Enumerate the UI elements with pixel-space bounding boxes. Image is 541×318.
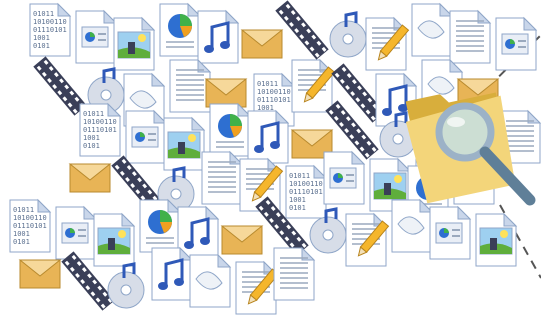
binary-text: 01110101 bbox=[13, 222, 47, 230]
binary-text: 10100110 bbox=[33, 18, 67, 26]
envelope-document-icon bbox=[18, 246, 66, 304]
binary-text: 01011 bbox=[257, 80, 278, 88]
binary-text: 10100110 bbox=[83, 118, 117, 126]
folder-search-icon bbox=[405, 70, 541, 220]
binary-text: 01011 bbox=[33, 10, 54, 18]
cd-document-icon bbox=[104, 260, 150, 318]
document-collage: 01011 10100110 01110101 1001 0101 01011 101001… bbox=[0, 0, 541, 315]
binary-text: 0101 bbox=[33, 42, 50, 50]
binary-text: 10100110 bbox=[13, 214, 47, 222]
photo-document-icon bbox=[474, 212, 520, 270]
binary-text: 01011 bbox=[83, 110, 104, 118]
binary-text: 01011 bbox=[13, 206, 34, 214]
binary-text: 10100110 bbox=[289, 180, 323, 188]
binary-text: 01110101 bbox=[289, 188, 323, 196]
blank-document-icon bbox=[188, 253, 234, 311]
binary-text: 1001 bbox=[13, 230, 30, 238]
presentation-document-icon bbox=[322, 150, 368, 208]
film-document-icon bbox=[275, 0, 329, 60]
envelope-document-icon bbox=[68, 150, 116, 208]
binary-text: 0101 bbox=[83, 142, 100, 150]
text-document-icon bbox=[272, 246, 318, 304]
binary-text: 0101 bbox=[13, 238, 30, 246]
binary-text: 01110101 bbox=[83, 126, 117, 134]
binary-text: 1001 bbox=[83, 134, 100, 142]
binary-text: 01110101 bbox=[257, 96, 291, 104]
binary-text: 10100110 bbox=[257, 88, 291, 96]
pencil-document-icon bbox=[344, 212, 390, 270]
binary-text: 01011 bbox=[289, 172, 310, 180]
binary-document-icon: 01011101001100111010110010101 bbox=[28, 2, 74, 60]
binary-text: 1001 bbox=[33, 34, 50, 42]
binary-text: 01110101 bbox=[33, 26, 67, 34]
